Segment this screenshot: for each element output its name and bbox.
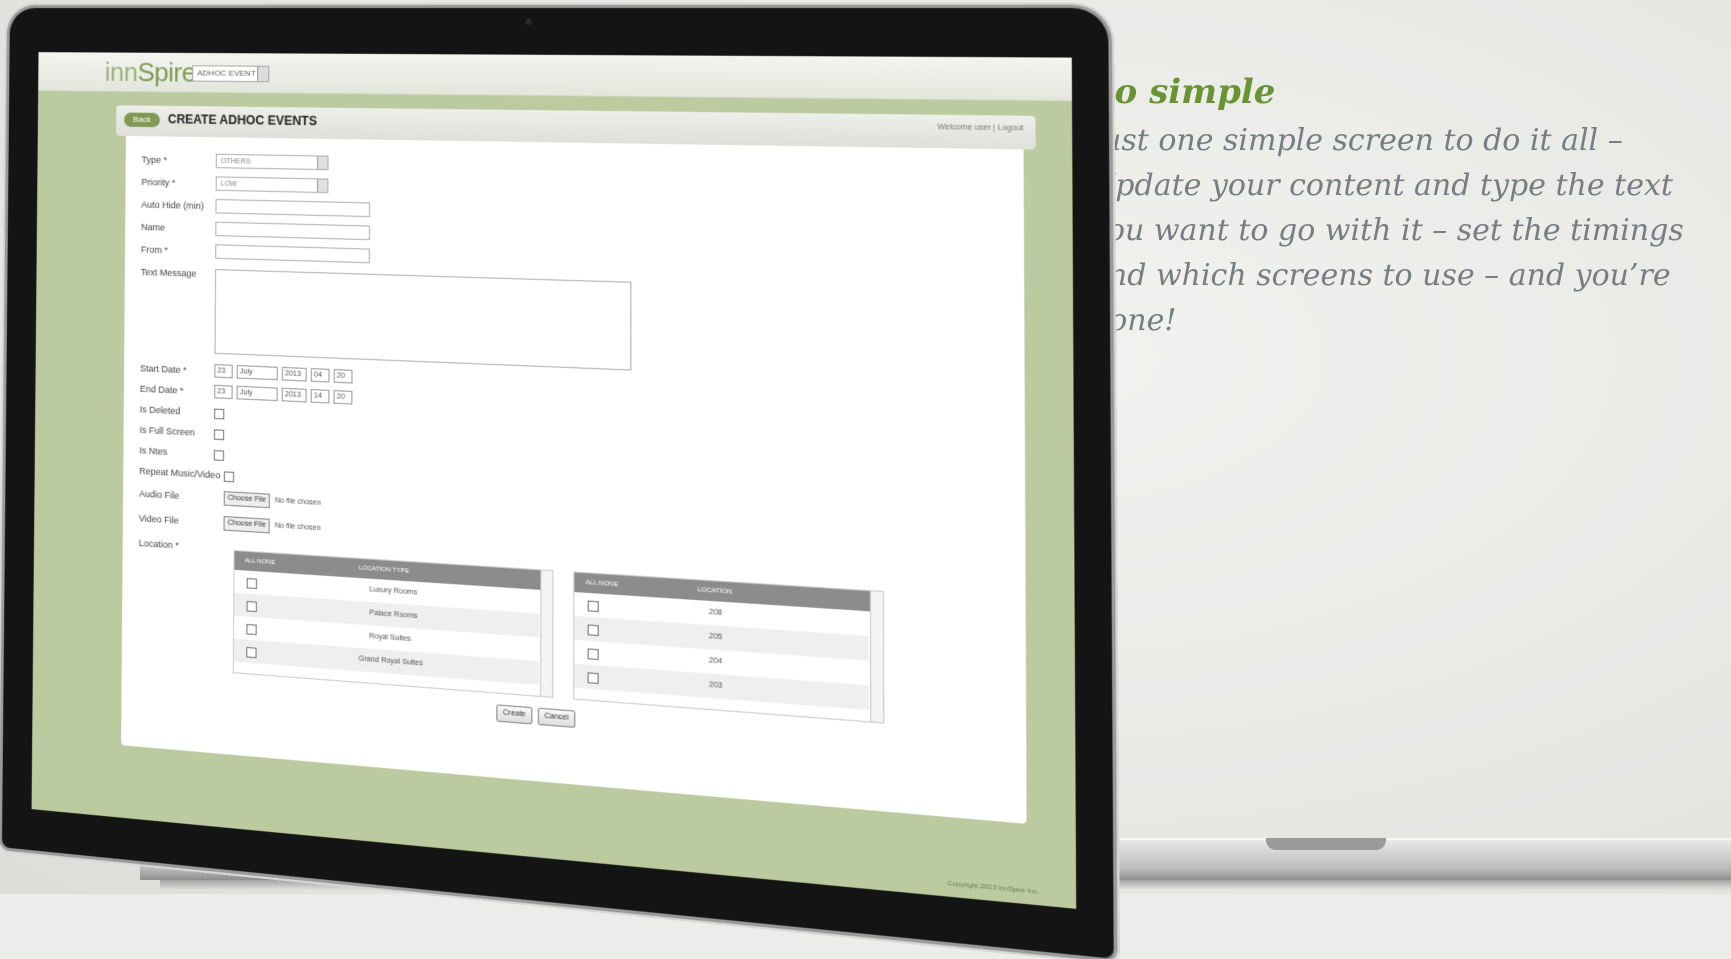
- chevron-down-icon: [317, 156, 328, 170]
- type-select[interactable]: OTHERS: [215, 153, 329, 171]
- create-event-form: Back CREATE ADHOC EVENTS Welcome user | …: [116, 105, 1036, 824]
- end-min-select[interactable]: 20: [333, 390, 353, 405]
- camera-icon: [525, 18, 532, 25]
- location-type-table: ALL NONE LOCATION TYPE Luxury Rooms Pala…: [232, 549, 554, 698]
- audio-file-label: Audio File: [138, 488, 180, 501]
- back-button[interactable]: Back: [124, 112, 160, 128]
- video-file-label: Video File: [138, 513, 179, 526]
- autohide-input[interactable]: [215, 198, 371, 218]
- laptop-lid-notch: [1266, 838, 1386, 850]
- location-label: Location *: [138, 537, 179, 551]
- page-title: CREATE ADHOC EVENTS: [167, 112, 318, 129]
- repeat-checkbox[interactable]: [223, 471, 235, 483]
- chevron-down-icon: [256, 66, 269, 82]
- app-screen: innSpire ADHOC EVENT Back CREATE ADHOC E…: [31, 52, 1077, 909]
- event-type-select[interactable]: ADHOC EVENT: [192, 65, 270, 83]
- priority-select[interactable]: LOW: [215, 176, 329, 194]
- select-all-none[interactable]: ALL NONE: [585, 573, 619, 595]
- row-checkbox[interactable]: [587, 648, 599, 661]
- chevron-down-icon: [316, 179, 328, 193]
- row-checkbox[interactable]: [246, 623, 257, 636]
- start-hour-select[interactable]: 04: [310, 368, 330, 383]
- audio-file-status: No file chosen: [274, 497, 321, 508]
- row-checkbox[interactable]: [587, 672, 599, 685]
- create-button[interactable]: Create: [496, 704, 533, 725]
- row-checkbox[interactable]: [587, 600, 599, 613]
- column-header: LOCATION: [697, 586, 733, 596]
- text-message-textarea[interactable]: [214, 269, 632, 371]
- repeat-label: Repeat Music/Video: [139, 465, 221, 481]
- scrollbar[interactable]: [540, 570, 553, 697]
- scrollbar[interactable]: [869, 591, 884, 723]
- start-min-select[interactable]: 20: [333, 369, 353, 384]
- end-year-select[interactable]: 2013: [281, 387, 307, 403]
- is-ntes-checkbox[interactable]: [213, 450, 225, 461]
- location-table: ALL NONE LOCATION 208 205 204 203: [573, 571, 885, 724]
- innspire-logo: innSpire: [104, 56, 196, 88]
- app-header: innSpire ADHOC EVENT: [38, 52, 1073, 102]
- user-links[interactable]: Welcome user | Logout: [937, 124, 1023, 133]
- is-deleted-checkbox[interactable]: [214, 408, 225, 420]
- laptop: innSpire ADHOC EVENT Back CREATE ADHOC E…: [0, 0, 1731, 959]
- end-hour-select[interactable]: 14: [310, 389, 330, 404]
- cancel-button[interactable]: Cancel: [537, 707, 576, 728]
- end-day-select[interactable]: 23: [214, 384, 233, 400]
- end-month-select[interactable]: July: [236, 385, 278, 402]
- video-choose-file-button[interactable]: Choose File: [223, 516, 271, 534]
- row-checkbox[interactable]: [246, 600, 257, 613]
- form-header: Back CREATE ADHOC EVENTS Welcome user | …: [116, 105, 1036, 150]
- audio-choose-file-button[interactable]: Choose File: [223, 491, 271, 509]
- row-checkbox[interactable]: [246, 646, 257, 659]
- select-all-none[interactable]: ALL NONE: [245, 552, 275, 573]
- from-input[interactable]: [215, 244, 370, 264]
- laptop-bezel: innSpire ADHOC EVENT Back CREATE ADHOC E…: [1, 8, 1114, 959]
- is-fullscreen-checkbox[interactable]: [213, 429, 225, 441]
- video-file-status: No file chosen: [274, 522, 321, 533]
- start-year-select[interactable]: 2013: [281, 366, 307, 382]
- row-checkbox[interactable]: [246, 577, 257, 590]
- row-checkbox[interactable]: [587, 624, 599, 637]
- start-month-select[interactable]: July: [236, 365, 278, 381]
- name-input[interactable]: [215, 221, 370, 241]
- start-day-select[interactable]: 23: [214, 364, 233, 379]
